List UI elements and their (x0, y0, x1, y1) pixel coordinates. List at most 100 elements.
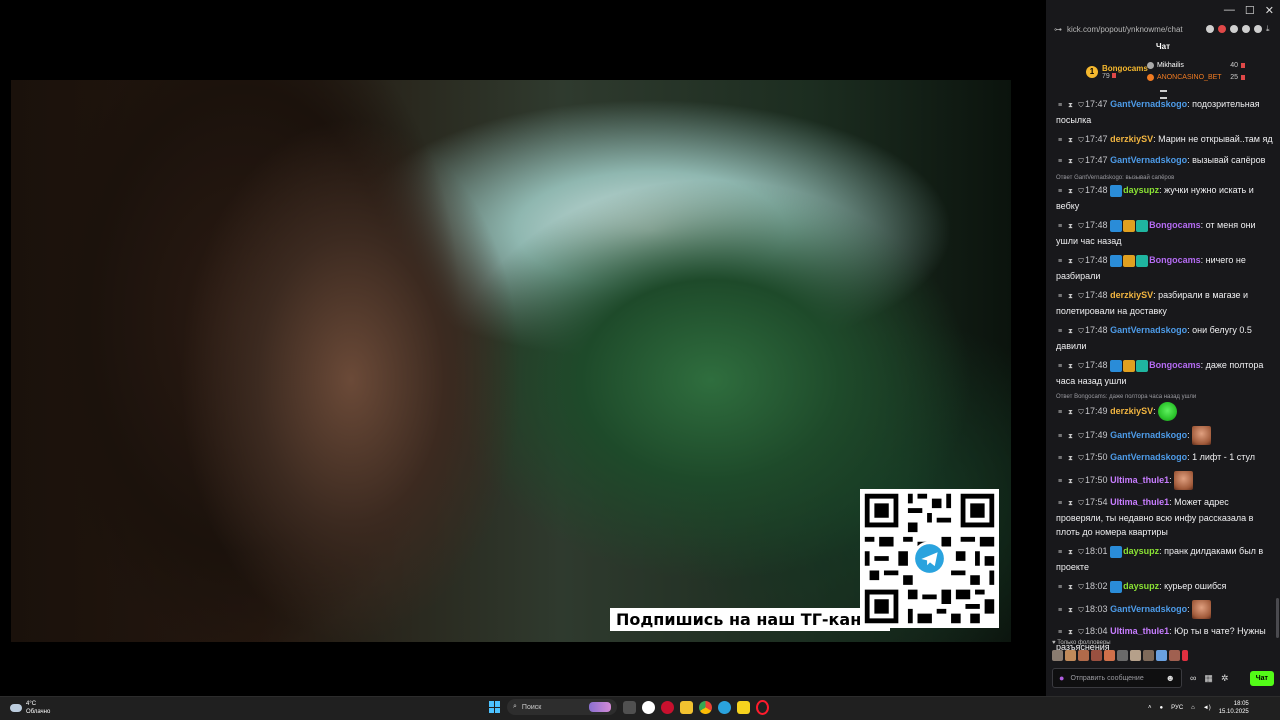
leaderboard-row[interactable]: ANONCASINO_BET 25 (1147, 74, 1245, 81)
microphone-icon[interactable]: ● (1059, 673, 1064, 683)
leaderboard-points: 25 (1230, 74, 1238, 81)
chat-scrollbar[interactable] (1276, 598, 1279, 638)
reply-reference[interactable]: Ответ GantVernadskogo: вызывай сапёров (1056, 174, 1278, 182)
sticky-notes-icon[interactable] (737, 700, 750, 714)
close-icon[interactable]: ✕ (1265, 4, 1274, 17)
start-button-icon[interactable] (489, 701, 501, 713)
chat-message[interactable]: ≡ ⧗ ⛉17:47 derzkiySV: Марин не открывай.… (1056, 132, 1278, 148)
username[interactable]: Ultima_thule1 (1110, 497, 1169, 507)
extension-icon[interactable] (1230, 25, 1238, 33)
emote[interactable] (1078, 650, 1089, 661)
username[interactable]: GantVernadskogo (1110, 155, 1187, 165)
chat-message[interactable]: ≡ ⧗ ⛉17:50 GantVernadskogo: 1 лифт - 1 с… (1056, 450, 1278, 466)
hourglass-icon: ⧗ (1068, 549, 1073, 556)
minimize-icon[interactable]: — (1224, 4, 1235, 16)
message-text: 1 лифт - 1 стул (1192, 452, 1256, 462)
chat-message[interactable]: ≡ ⧗ ⛉17:48 Bongocams: ничего не разбирал… (1056, 253, 1278, 283)
username[interactable]: daysupz (1123, 185, 1159, 195)
username[interactable]: Bongocams (1149, 255, 1201, 265)
file-explorer-icon[interactable] (680, 700, 693, 714)
window-controls: — ☐ ✕ (1046, 0, 1280, 20)
link-icon[interactable]: ∞ (1190, 673, 1196, 683)
chat-message[interactable]: ≡ ⧗ ⛉17:48 Bongocams: от меня они ушли ч… (1056, 218, 1278, 248)
emoji-icon[interactable]: ☻ (1166, 673, 1175, 683)
microphone-icon[interactable]: ● (1160, 705, 1164, 711)
username[interactable]: GantVernadskogo (1110, 99, 1187, 109)
emote[interactable] (1117, 650, 1128, 661)
message-text: курьер ошибся (1164, 581, 1227, 591)
telegram-icon[interactable] (718, 700, 731, 714)
task-view-icon[interactable] (623, 700, 636, 714)
chat-message[interactable]: ≡ ⧗ ⛉17:48 Bongocams: даже полтора часа … (1056, 358, 1278, 388)
emote[interactable] (1091, 650, 1102, 661)
settings-gear-icon[interactable]: ✲ (1221, 673, 1229, 684)
site-info-icon[interactable]: ⊶ (1054, 25, 1062, 34)
send-chat-button[interactable]: Чат (1249, 670, 1274, 686)
username[interactable]: Bongocams (1149, 360, 1201, 370)
leaderboard-row[interactable]: Mikhailis 40 (1147, 62, 1245, 69)
chat-input[interactable]: ● Отправить сообщение ☻ (1052, 668, 1182, 688)
hourglass-icon: ⧗ (1068, 584, 1073, 591)
download-icon[interactable]: ⤓ (1266, 25, 1274, 33)
emote[interactable] (1104, 650, 1115, 661)
volume-icon[interactable]: ◄) (1203, 705, 1211, 711)
extension-icon[interactable] (1254, 25, 1262, 33)
emote[interactable] (1052, 650, 1063, 661)
chat-message[interactable]: ≡ ⧗ ⛉17:50 Ultima_thule1: (1056, 471, 1278, 490)
url-text[interactable]: kick.com/popout/ynknowme/chat (1067, 25, 1183, 34)
clock[interactable]: 18:05 15.10.2025 (1219, 700, 1249, 716)
chat-message[interactable]: ≡ ⧗ ⛉17:48 derzkiySV: разбирали в магазе… (1056, 288, 1278, 318)
chat-message[interactable]: ≡ ⧗ ⛉17:47 GantVernadskogo: подозрительн… (1056, 97, 1278, 127)
username[interactable]: GantVernadskogo (1110, 325, 1187, 335)
username[interactable]: Bongocams (1149, 220, 1201, 230)
video-frame[interactable]: Подпишись на наш ТГ-канал (11, 80, 1011, 642)
extension-icon[interactable] (1206, 25, 1214, 33)
opera-gx-icon[interactable] (661, 700, 674, 714)
chrome-icon[interactable] (699, 700, 712, 714)
chat-message[interactable]: ≡ ⧗ ⛉18:02 daysupz: курьер ошибся (1056, 579, 1278, 595)
emote[interactable] (1065, 650, 1076, 661)
chat-message[interactable]: ≡ ⧗ ⛉18:03 GantVernadskogo: (1056, 600, 1278, 619)
chevron-up-icon[interactable]: ˄ (1148, 705, 1152, 711)
extension-icon[interactable] (1218, 25, 1226, 33)
username[interactable]: Ultima_thule1 (1110, 475, 1169, 485)
username[interactable]: derzkiySV (1110, 290, 1153, 300)
language-indicator[interactable]: РУС (1171, 705, 1183, 711)
emote[interactable] (1130, 650, 1141, 661)
opera-icon[interactable] (756, 699, 769, 715)
hourglass-icon: ⧗ (1068, 223, 1073, 230)
reply-reference[interactable]: Ответ Bongocams: даже полтора часа назад… (1056, 393, 1278, 401)
extension-icon[interactable] (1242, 25, 1250, 33)
chat-message[interactable]: ≡ ⧗ ⛉17:49 GantVernadskogo: (1056, 426, 1278, 445)
telegram-qr-code (860, 489, 999, 628)
emote[interactable] (1169, 650, 1180, 661)
chat-message[interactable]: ≡ ⧗ ⛉17:54 Ultima_thule1: Может адрес пр… (1056, 495, 1278, 539)
yandex-browser-icon[interactable] (642, 700, 655, 714)
network-icon[interactable]: ⌂ (1191, 705, 1195, 711)
store-icon[interactable]: ▦ (1204, 673, 1213, 684)
username[interactable]: derzkiySV (1110, 134, 1153, 144)
chat-message[interactable]: Ответ GantVernadskogo: вызывай сапёров ≡ … (1056, 174, 1278, 213)
emote[interactable] (1182, 650, 1188, 661)
address-bar[interactable]: ⊶ kick.com/popout/ynknowme/chat ⤓ (1046, 20, 1280, 38)
username[interactable]: Ultima_thule1 (1110, 626, 1169, 636)
chat-message[interactable]: ≡ ⧗ ⛉17:47 GantVernadskogo: вызывай сапё… (1056, 153, 1278, 169)
chat-message[interactable]: Ответ Bongocams: даже полтора часа назад… (1056, 393, 1278, 421)
username[interactable]: GantVernadskogo (1110, 452, 1187, 462)
emote[interactable] (1143, 650, 1154, 661)
username[interactable]: GantVernadskogo (1110, 604, 1187, 614)
input-placeholder[interactable]: Отправить сообщение (1070, 675, 1143, 682)
emote[interactable] (1156, 650, 1167, 661)
username[interactable]: daysupz (1123, 546, 1159, 556)
chat-message[interactable]: ≡ ⧗ ⛉17:48 GantVernadskogo: они белугу 0… (1056, 323, 1278, 353)
chat-message[interactable]: ≡ ⧗ ⛉18:01 daysupz: пранк дилдаками был … (1056, 544, 1278, 574)
username[interactable]: derzkiySV (1110, 406, 1153, 416)
leaderboard-first[interactable]: 1 Bongocams 79 (1086, 64, 1148, 80)
taskbar-search[interactable]: ⌕ Поиск (507, 699, 617, 715)
chat-panel: — ☐ ✕ ⊶ kick.com/popout/ynknowme/chat ⤓ … (1046, 0, 1280, 696)
username[interactable]: daysupz (1123, 581, 1159, 591)
maximize-icon[interactable]: ☐ (1245, 4, 1255, 17)
video-player[interactable]: Подпишись на наш ТГ-канал (0, 0, 1046, 696)
username[interactable]: GantVernadskogo (1110, 430, 1187, 440)
weather-widget[interactable]: 4°C Облачно (10, 700, 50, 716)
